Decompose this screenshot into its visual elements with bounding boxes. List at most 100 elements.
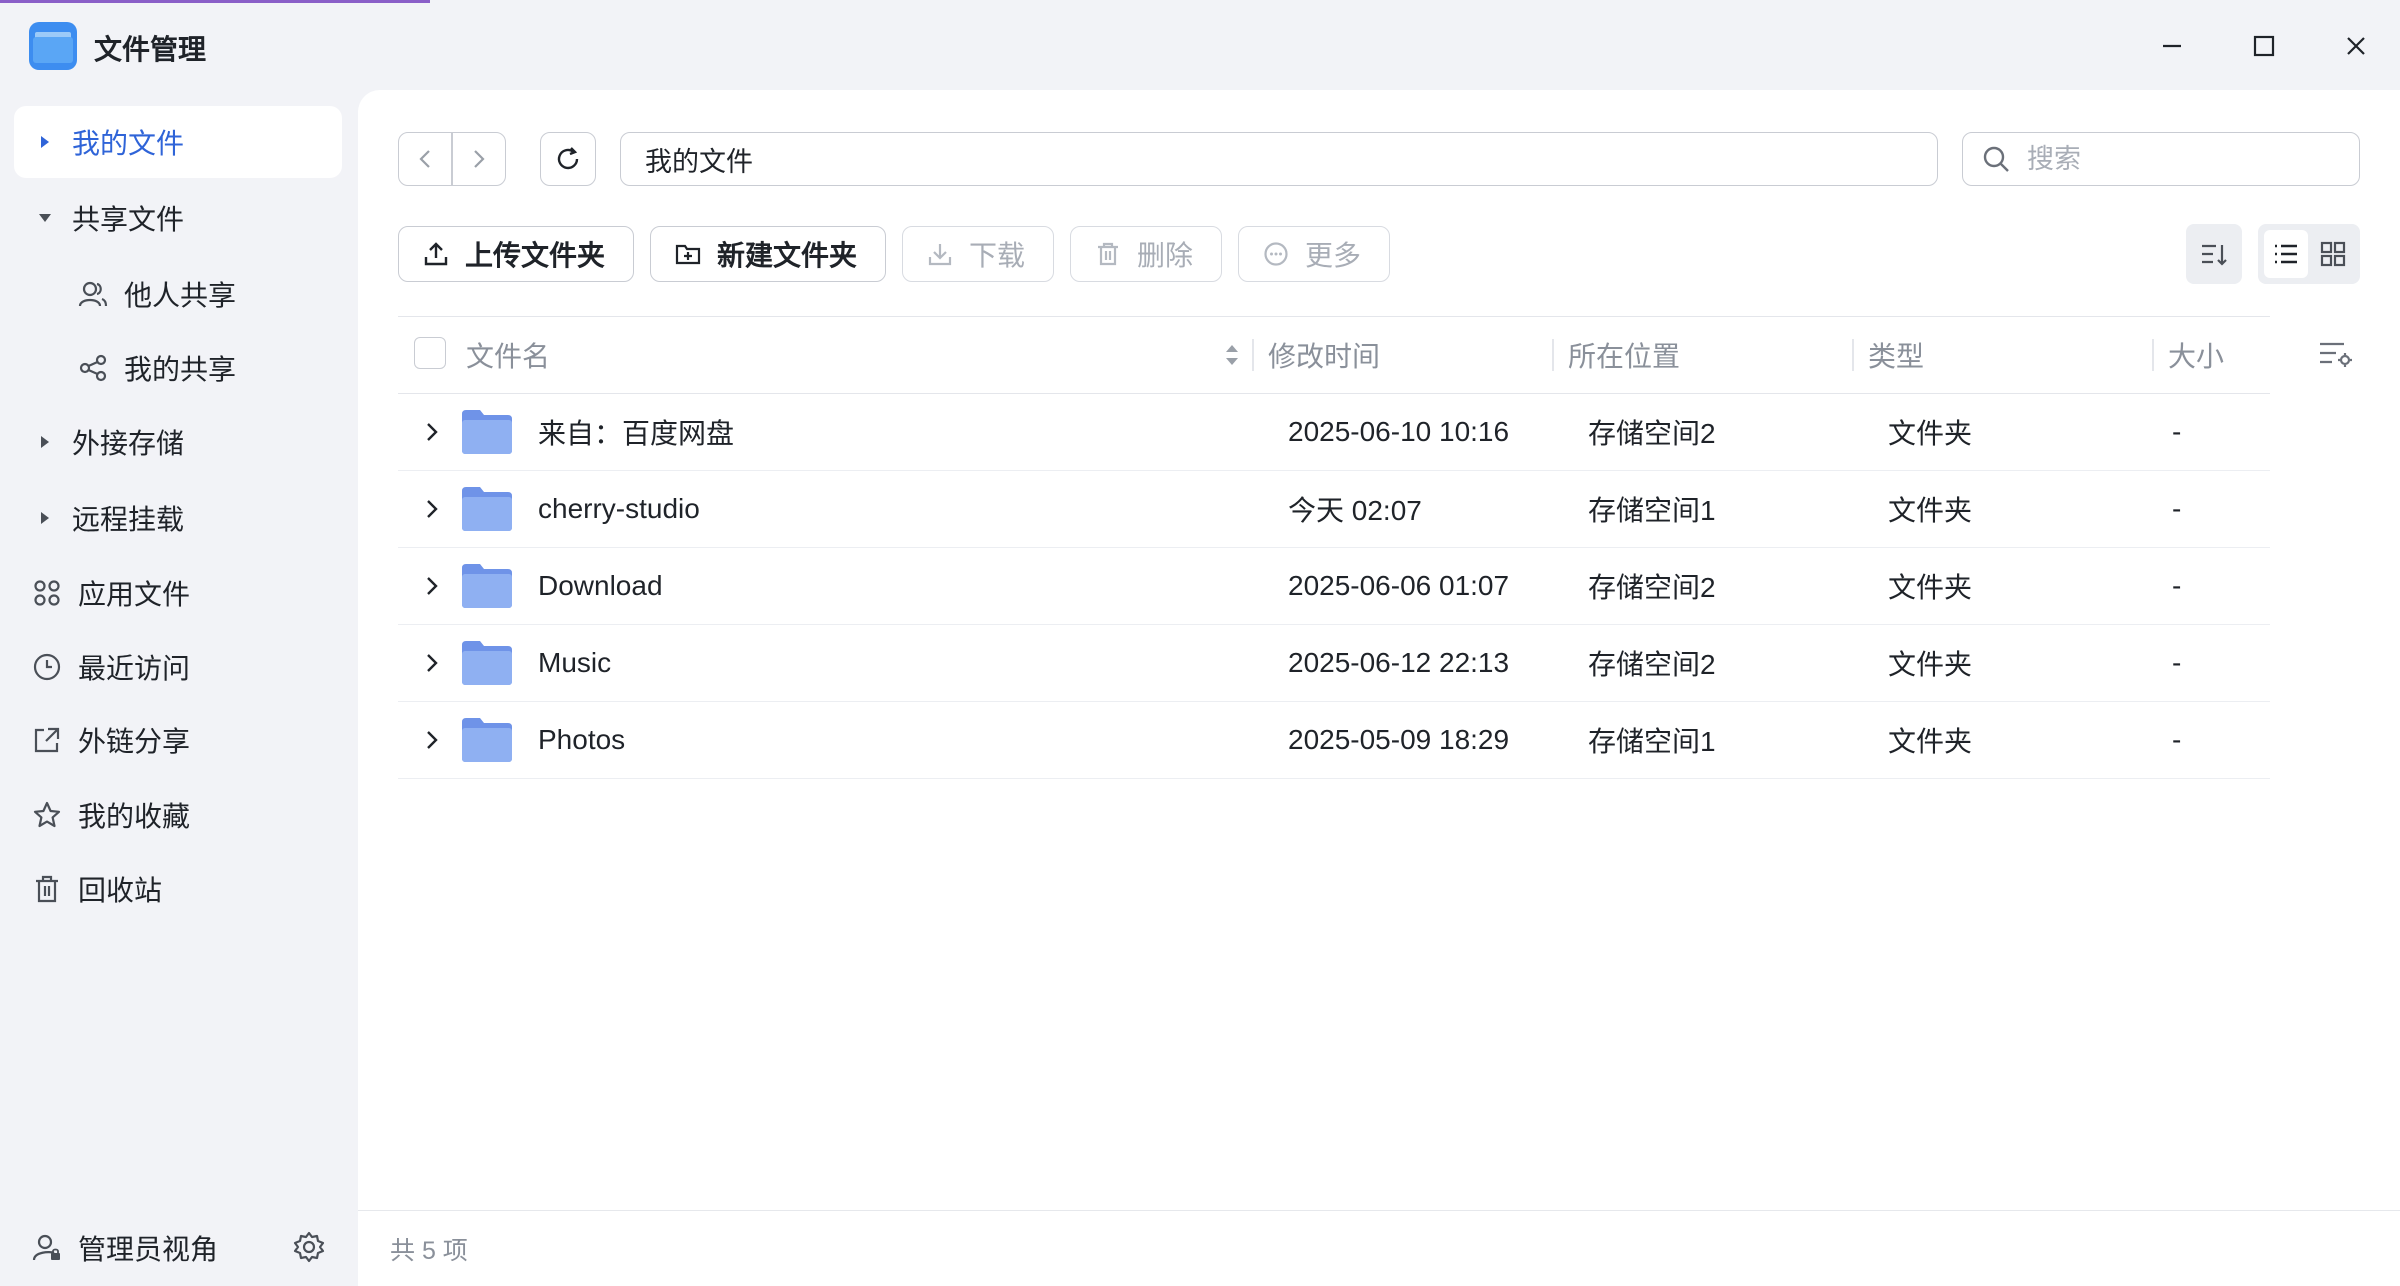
path-breadcrumb[interactable]: 我的文件 bbox=[620, 132, 1938, 186]
search-box[interactable] bbox=[1962, 132, 2360, 186]
sidebar-footer: 管理员视角 bbox=[0, 1210, 358, 1286]
list-view-button[interactable] bbox=[2263, 230, 2308, 278]
new-folder-button[interactable]: 新建文件夹 bbox=[650, 226, 886, 282]
admin-user-icon bbox=[30, 1231, 64, 1265]
column-separator[interactable] bbox=[1552, 339, 1554, 371]
download-icon bbox=[928, 244, 952, 266]
file-type: 文件夹 bbox=[1888, 649, 1973, 680]
column-separator[interactable] bbox=[2152, 339, 2154, 371]
more-label: 更多 bbox=[1305, 240, 1362, 271]
column-settings-icon[interactable] bbox=[2318, 338, 2354, 375]
share-icon bbox=[76, 351, 110, 385]
item-count: 共 5 项 bbox=[390, 1236, 468, 1265]
caret-right-icon bbox=[32, 435, 58, 449]
users-icon bbox=[76, 277, 110, 311]
sidebar-item-recycle-bin[interactable]: 回收站 bbox=[14, 853, 342, 925]
external-share-icon bbox=[30, 723, 64, 757]
column-separator[interactable] bbox=[1252, 339, 1254, 371]
close-icon bbox=[2347, 37, 2365, 55]
refresh-button[interactable] bbox=[540, 132, 596, 186]
delete-button[interactable]: 删除 bbox=[1070, 226, 1222, 282]
file-location: 存储空间1 bbox=[1588, 726, 1716, 757]
more-button[interactable]: 更多 bbox=[1238, 226, 1390, 282]
column-header-name[interactable]: 文件名 bbox=[466, 317, 550, 393]
file-size: - bbox=[2172, 416, 2182, 447]
status-bar: 共 5 项 bbox=[358, 1210, 2400, 1286]
download-button[interactable]: 下载 bbox=[902, 226, 1054, 282]
select-all-checkbox[interactable] bbox=[414, 337, 446, 369]
grid-view-button[interactable] bbox=[2311, 230, 2355, 278]
column-header-location[interactable]: 所在位置 bbox=[1568, 317, 1680, 393]
sidebar-item-recent[interactable]: 最近访问 bbox=[14, 631, 342, 703]
sidebar-item-remote-mount[interactable]: 远程挂载 bbox=[14, 482, 342, 554]
title-bar: 文件管理 bbox=[0, 0, 2400, 90]
upload-icon bbox=[424, 242, 448, 266]
table-row[interactable]: Music 2025-06-12 22:13 存储空间2 文件夹 - bbox=[398, 625, 2270, 702]
file-name: Download bbox=[538, 570, 663, 601]
table-header: 文件名 修改时间 所在位置 类型 大小 bbox=[398, 316, 2270, 394]
sidebar-item-label: 远程挂载 bbox=[72, 504, 185, 535]
close-button[interactable] bbox=[2336, 26, 2376, 66]
app-title: 文件管理 bbox=[94, 34, 207, 65]
chevron-right-icon[interactable] bbox=[418, 572, 446, 600]
chevron-left-icon bbox=[419, 150, 430, 168]
sort-arrows-icon[interactable] bbox=[1224, 341, 1240, 374]
chevron-right-icon[interactable] bbox=[418, 418, 446, 446]
file-manager-logo-icon bbox=[29, 22, 77, 70]
search-icon bbox=[1983, 146, 2009, 172]
download-label: 下载 bbox=[969, 240, 1026, 271]
sidebar-item-favorites[interactable]: 我的收藏 bbox=[14, 779, 342, 851]
chevron-right-icon[interactable] bbox=[418, 649, 446, 677]
file-type: 文件夹 bbox=[1888, 726, 1973, 757]
sidebar-item-label: 我的文件 bbox=[72, 128, 185, 159]
sidebar-item-app-files[interactable]: 应用文件 bbox=[14, 557, 342, 629]
admin-view-label[interactable]: 管理员视角 bbox=[78, 1228, 218, 1268]
sidebar: 我的文件 共享文件 他人共享 我的共享 外接存储 远程挂载 应用文件 最近访问 … bbox=[0, 90, 358, 1286]
search-input[interactable] bbox=[2025, 142, 2329, 176]
file-modified: 2025-05-09 18:29 bbox=[1288, 724, 1510, 755]
table-row[interactable]: cherry-studio 今天 02:07 存储空间1 文件夹 - bbox=[398, 471, 2270, 548]
sort-icon bbox=[2202, 244, 2227, 266]
column-header-modified[interactable]: 修改时间 bbox=[1268, 317, 1380, 393]
gear-icon[interactable] bbox=[292, 1230, 326, 1269]
sidebar-item-my-files[interactable]: 我的文件 bbox=[14, 106, 342, 178]
column-separator[interactable] bbox=[1852, 339, 1854, 371]
minimize-button[interactable] bbox=[2152, 26, 2192, 66]
file-name: 来自：百度网盘 bbox=[538, 418, 735, 449]
table-row[interactable]: Photos 2025-05-09 18:29 存储空间1 文件夹 - bbox=[398, 702, 2270, 779]
more-icon bbox=[1264, 242, 1288, 266]
chevron-right-icon bbox=[474, 150, 485, 168]
folder-icon bbox=[462, 564, 512, 608]
maximize-button[interactable] bbox=[2244, 26, 2284, 66]
upload-folder-button[interactable]: 上传文件夹 bbox=[398, 226, 634, 282]
chevron-right-icon[interactable] bbox=[418, 726, 446, 754]
forward-button[interactable] bbox=[453, 133, 505, 185]
list-view-icon bbox=[2274, 244, 2297, 264]
table-row[interactable]: 来自：百度网盘 2025-06-10 10:16 存储空间2 文件夹 - bbox=[398, 394, 2270, 471]
file-name: Photos bbox=[538, 724, 626, 755]
file-name: cherry-studio bbox=[538, 493, 700, 524]
sidebar-item-label: 最近访问 bbox=[78, 653, 191, 684]
folder-icon bbox=[462, 718, 512, 762]
sidebar-item-shared-with-me[interactable]: 他人共享 bbox=[76, 264, 236, 324]
sort-button[interactable] bbox=[2186, 224, 2242, 284]
sidebar-item-label: 应用文件 bbox=[78, 579, 191, 610]
folder-icon bbox=[462, 410, 512, 454]
sidebar-item-external-storage[interactable]: 外接存储 bbox=[14, 406, 342, 478]
sidebar-item-my-shares[interactable]: 我的共享 bbox=[76, 338, 236, 398]
file-location: 存储空间2 bbox=[1588, 649, 1716, 680]
table-row[interactable]: Download 2025-06-06 01:07 存储空间2 文件夹 - bbox=[398, 548, 2270, 625]
apps-icon bbox=[30, 576, 64, 610]
file-size: - bbox=[2172, 647, 2182, 678]
file-location: 存储空间1 bbox=[1588, 495, 1716, 526]
new-folder-icon bbox=[675, 244, 701, 265]
chevron-right-icon[interactable] bbox=[418, 495, 446, 523]
back-button[interactable] bbox=[399, 133, 451, 185]
column-header-type[interactable]: 类型 bbox=[1868, 317, 1924, 393]
sidebar-item-link-share[interactable]: 外链分享 bbox=[14, 704, 342, 776]
sidebar-item-shared-files[interactable]: 共享文件 bbox=[14, 182, 342, 254]
maximize-icon bbox=[2253, 35, 2275, 57]
column-header-size[interactable]: 大小 bbox=[2168, 317, 2224, 393]
folder-icon bbox=[462, 487, 512, 531]
clock-icon bbox=[30, 650, 64, 684]
